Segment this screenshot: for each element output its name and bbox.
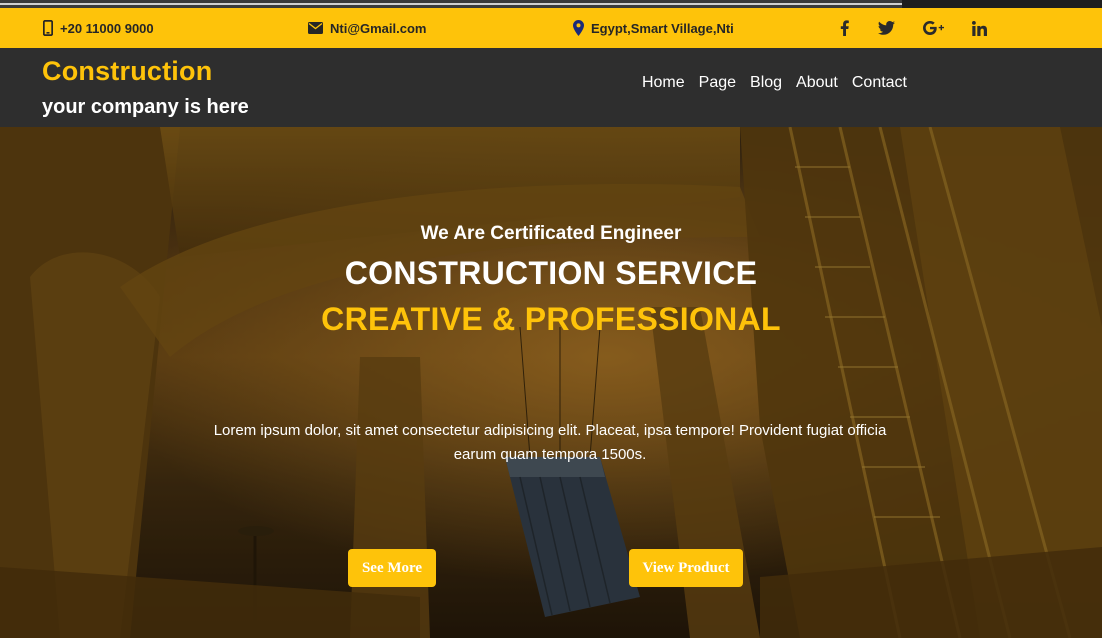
phone-info: +20 11000 9000: [43, 8, 154, 48]
main-navbar: Construction your company is here Home P…: [0, 48, 1102, 127]
nav-blog[interactable]: Blog: [750, 74, 782, 92]
envelope-icon: [308, 22, 323, 34]
main-nav: Home Page Blog About Contact: [642, 74, 907, 92]
contact-topbar: +20 11000 9000 Nti@Gmail.com Egypt,Smart…: [0, 8, 1102, 48]
location-text: Egypt,Smart Village,Nti: [591, 20, 734, 36]
hero-subtitle: We Are Certificated Engineer: [420, 223, 682, 244]
phone-icon: [43, 20, 53, 36]
hero-section: We Are Certificated Engineer CONSTRUCTIO…: [0, 127, 1102, 638]
phone-number: +20 11000 9000: [60, 20, 154, 36]
nav-contact[interactable]: Contact: [852, 74, 907, 92]
email-address: Nti@Gmail.com: [330, 20, 427, 36]
hero-title-accent: CREATIVE & PROFESSIONAL: [321, 301, 781, 337]
brand-tagline: your company is here: [42, 96, 249, 118]
linkedin-icon[interactable]: [966, 8, 992, 48]
brand-logo-text[interactable]: Construction: [42, 56, 212, 87]
nav-page[interactable]: Page: [699, 74, 736, 92]
email-info: Nti@Gmail.com: [308, 8, 426, 48]
location-info: Egypt,Smart Village,Nti: [573, 8, 734, 48]
map-marker-icon: [573, 20, 584, 36]
browser-top-strip: [0, 0, 1102, 8]
hero-description: Lorem ipsum dolor, sit amet consectetur …: [213, 422, 887, 463]
hero-dark-overlay: [0, 127, 1102, 638]
google-plus-icon[interactable]: [920, 8, 948, 48]
view-product-button[interactable]: View Product: [629, 549, 743, 587]
twitter-icon[interactable]: [873, 8, 899, 48]
see-more-button[interactable]: See More: [348, 549, 436, 587]
nav-about[interactable]: About: [796, 74, 838, 92]
browser-top-dark-segment: [902, 0, 1102, 8]
hero-title: CONSTRUCTION SERVICE: [344, 255, 758, 291]
nav-home[interactable]: Home: [642, 74, 685, 92]
facebook-icon[interactable]: [831, 8, 857, 48]
